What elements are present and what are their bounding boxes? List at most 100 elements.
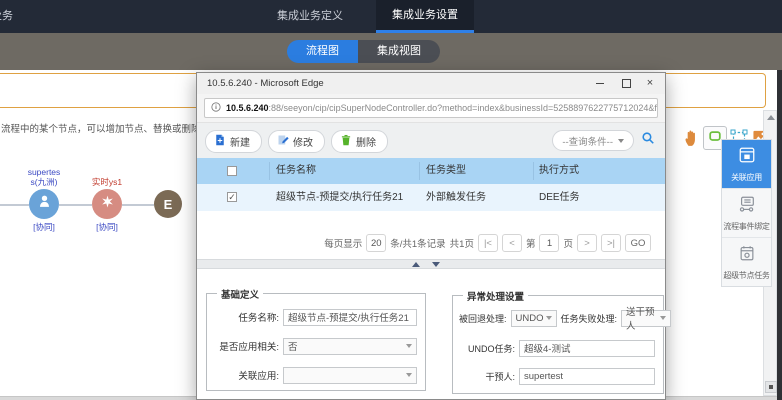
url-path: :88/seeyon/cip/cipSuperNodeController.do…	[269, 103, 658, 113]
view-pill-group: 流程图 集成视图	[287, 40, 440, 63]
tab-integration-definition[interactable]: 集成业务定义	[266, 0, 354, 33]
basic-definition-legend: 基础定义	[217, 287, 263, 301]
new-doc-icon	[214, 134, 226, 149]
maximize-icon[interactable]	[613, 73, 639, 94]
toolbar-buttons: 新建 修改 删除	[205, 130, 388, 153]
page-input[interactable]: 1	[539, 234, 559, 252]
flow-node-person[interactable]	[29, 189, 59, 219]
per-page-label: 每页显示	[324, 236, 362, 250]
task-name-field[interactable]: 超级节点-预提交/执行任务21	[283, 309, 417, 326]
splitter-down-icon[interactable]	[429, 261, 443, 267]
rollback-label: 被回退处理:	[459, 312, 507, 325]
node-select-icon	[708, 129, 722, 148]
top-nav-bar: 业务 集成业务定义 集成业务设置	[0, 0, 782, 33]
header-exec-mode: 执行方式	[539, 158, 579, 184]
node2-label: 实时ys1	[75, 177, 139, 187]
panel-item-linked-app[interactable]: 关联应用	[722, 140, 771, 189]
panel-item-super-node-task[interactable]: 超级节点任务	[722, 238, 771, 286]
popup-toolbar: 新建 修改 删除 --查询条件--	[197, 123, 665, 158]
scroll-up-icon[interactable]	[767, 115, 775, 120]
delete-button[interactable]: 删除	[331, 130, 388, 153]
info-icon	[211, 99, 221, 117]
chevron-down-icon	[406, 344, 412, 348]
integration-view-button[interactable]: 集成视图	[358, 40, 440, 63]
flow-node-trigger[interactable]	[92, 189, 122, 219]
popup-titlebar: 10.5.6.240 - Microsoft Edge ×	[197, 73, 665, 94]
next-page-button[interactable]: >	[577, 234, 597, 252]
page-suffix: 页	[563, 236, 573, 250]
header-task-type: 任务类型	[426, 158, 466, 184]
flow-diagram-button[interactable]: 流程图	[287, 40, 358, 63]
chevron-down-icon	[660, 316, 666, 320]
table-row[interactable]: ✓ 超级节点-预提交/执行任务21 外部触发任务 DEE任务	[197, 184, 665, 211]
flow-connector	[122, 204, 154, 206]
window-edge-strip	[777, 70, 782, 400]
linked-app-label: 关联应用:	[213, 368, 279, 382]
per-page-input[interactable]: 20	[366, 234, 386, 252]
node1-sublabel: [协同]	[12, 221, 76, 233]
node2-sublabel: [协同]	[75, 221, 139, 233]
modify-button[interactable]: 修改	[268, 130, 325, 153]
exception-settings-legend: 异常处理设置	[463, 289, 528, 303]
task-name-label: 任务名称:	[213, 310, 279, 324]
flow-connector	[59, 204, 92, 206]
node-task-icon	[738, 244, 756, 267]
right-side-panel: 关联应用 流程事件绑定 超级节点任务	[721, 139, 772, 287]
edge-popup-window: 10.5.6.240 - Microsoft Edge × 10.5.6.240…	[196, 72, 666, 400]
edit-pencil-icon	[277, 134, 289, 149]
select-all-checkbox[interactable]	[227, 166, 237, 176]
task-fail-label: 任务失败处理:	[561, 312, 618, 325]
end-node-label: E	[164, 197, 173, 212]
basic-definition-fieldset: 基础定义 任务名称: 超级节点-预提交/执行任务21 是否应用相关: 否 关联应…	[206, 293, 426, 391]
trash-icon	[340, 134, 352, 149]
first-page-button[interactable]: |<	[478, 234, 498, 252]
topbar-left-label: 业务	[0, 0, 13, 33]
table-header: 任务名称 任务类型 执行方式	[197, 158, 665, 184]
undo-task-label: UNDO任务:	[459, 342, 515, 355]
header-task-name: 任务名称	[276, 158, 316, 184]
url-bar[interactable]: 10.5.6.240 :88/seeyon/cip/cipSuperNodeCo…	[204, 98, 658, 118]
view-switch-bar: 流程图 集成视图	[0, 33, 782, 70]
go-button[interactable]: GO	[625, 234, 651, 252]
flow-connector	[0, 204, 29, 206]
panel-item-flow-event-binding[interactable]: 流程事件绑定	[722, 189, 771, 238]
handler-label: 干预人:	[459, 370, 515, 383]
total-pages-label: 共1页	[450, 236, 474, 250]
popup-title: 10.5.6.240 - Microsoft Edge	[207, 73, 324, 94]
app-screen: 业务 集成业务定义 集成业务设置 流程图 集成视图 流程中的某个节点，可以增加节…	[0, 0, 782, 400]
url-host: 10.5.6.240	[226, 103, 269, 113]
last-page-button[interactable]: >|	[601, 234, 621, 252]
chevron-down-icon	[406, 373, 412, 377]
handler-field[interactable]: supertest	[519, 368, 655, 385]
new-button[interactable]: 新建	[205, 130, 262, 153]
app-related-select[interactable]: 否	[283, 338, 417, 355]
linked-app-icon	[738, 146, 756, 169]
hint-text: 流程中的某个节点，可以增加节点、替换或删除当前节点、复制当	[1, 121, 196, 135]
records-label: 条/共1条记录	[390, 236, 445, 250]
cell-exec-mode: DEE任务	[539, 184, 580, 211]
close-icon[interactable]: ×	[637, 73, 663, 94]
app-related-label: 是否应用相关:	[213, 339, 279, 353]
search-icon[interactable]	[641, 131, 655, 150]
query-area: --查询条件--	[552, 130, 655, 151]
exception-settings-fieldset: 异常处理设置 被回退处理: UNDO 任务失败处理: 送干预人 UNDO任务: …	[452, 295, 664, 394]
page-prefix: 第	[526, 236, 536, 250]
popup-url-row: 10.5.6.240 :88/seeyon/cip/cipSuperNodeCo…	[197, 94, 665, 123]
splitter-up-icon[interactable]	[409, 261, 423, 267]
undo-task-field[interactable]: 超级4-测试	[519, 340, 655, 357]
row-checkbox[interactable]: ✓	[227, 192, 237, 202]
pan-hand-icon[interactable]	[683, 128, 699, 147]
task-fail-select[interactable]: 送干预人	[621, 310, 671, 327]
flow-node-end[interactable]: E	[154, 190, 182, 218]
flow-event-icon	[738, 195, 756, 218]
pane-splitter[interactable]	[197, 259, 665, 269]
query-condition-dropdown[interactable]: --查询条件--	[552, 130, 634, 151]
linked-app-select[interactable]	[283, 367, 417, 384]
rollback-select[interactable]: UNDO	[511, 310, 557, 327]
pagination: 每页显示 20 条/共1条记录 共1页 |< < 第 1 页 > >| GO	[324, 233, 651, 253]
minimize-icon[interactable]	[587, 73, 613, 94]
star-icon	[100, 194, 115, 214]
prev-page-button[interactable]: <	[502, 234, 522, 252]
tab-integration-settings[interactable]: 集成业务设置	[376, 0, 474, 33]
scrollbar-corner[interactable]	[765, 381, 777, 393]
